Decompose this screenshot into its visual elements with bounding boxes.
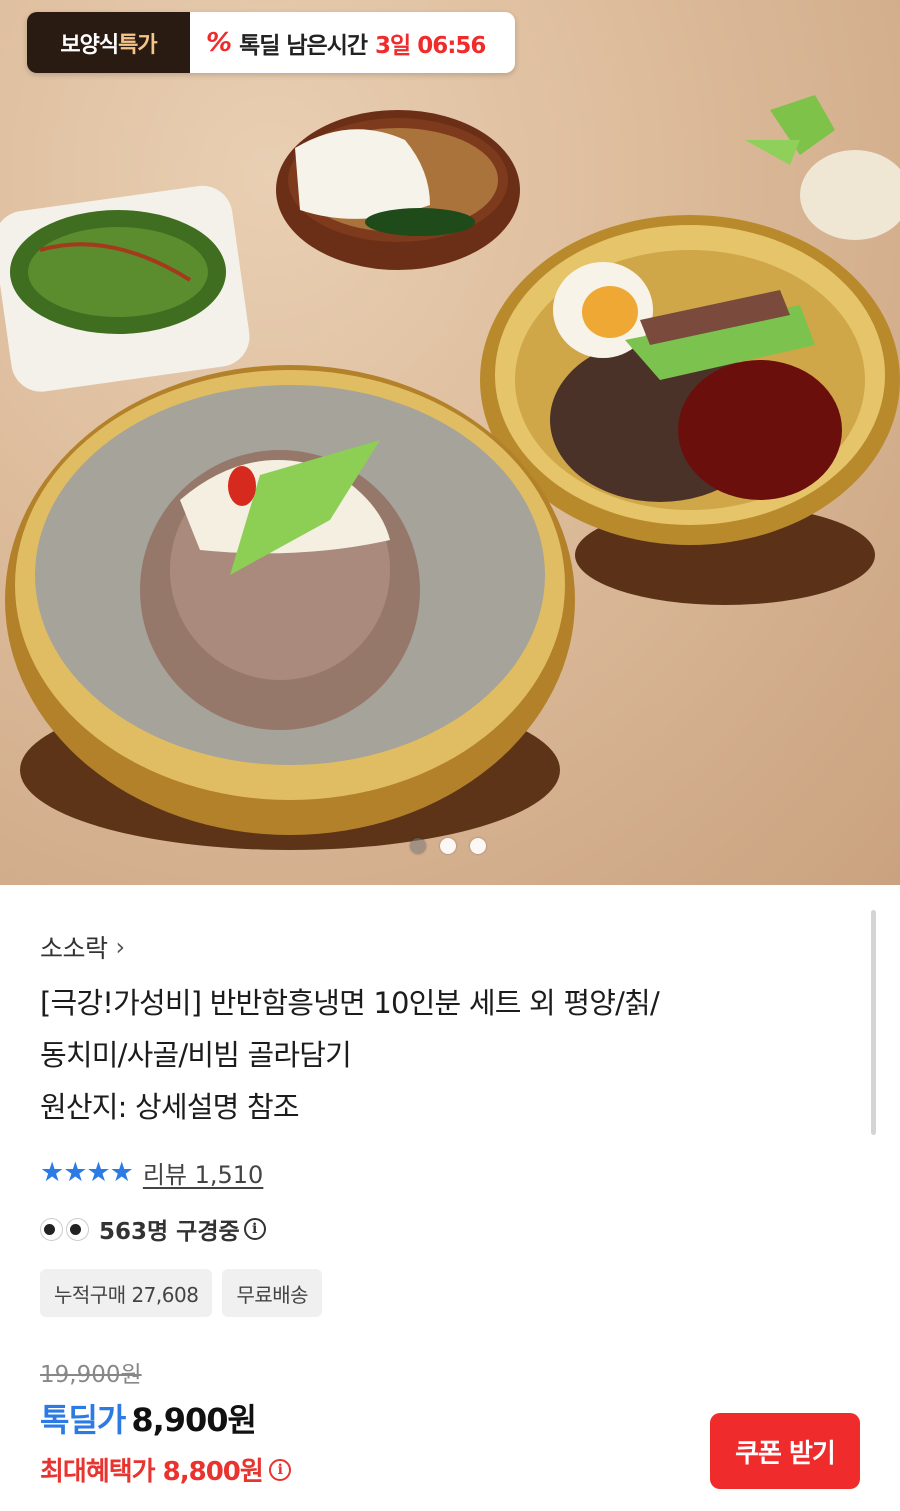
product-tags: 누적구매 27,608 무료배송	[40, 1269, 323, 1317]
chevron-right-icon: ›	[115, 933, 126, 961]
product-photo	[0, 95, 900, 850]
max-benefit-price: 최대혜택가 8,800원 i	[40, 1451, 291, 1488]
carousel-dot[interactable]	[470, 838, 486, 854]
radish-illustration	[745, 95, 900, 240]
watching-text: 563명 구경중	[99, 1219, 240, 1245]
tag-cumulative-purchases: 누적구매 27,608	[40, 1269, 213, 1317]
deal-remaining-time: 3일 06:56	[375, 32, 486, 59]
promo-brand-label: 보양식 특가	[27, 12, 190, 73]
scrollbar[interactable]	[871, 910, 876, 1135]
info-icon[interactable]: i	[268, 1458, 291, 1481]
product-title: [극강!가성비] 반반함흥냉면 10인분 세트 외 평양/칡/ 동치미/사골/비…	[40, 986, 660, 1124]
deal-timer-banner: 보양식 특가 % 톡딜 남은시간 3일 06:56	[27, 12, 515, 73]
product-info-section: 소소락 › [극강!가성비] 반반함흥냉면 10인분 세트 외 평양/칡/ 동치…	[0, 885, 900, 1511]
carousel-indicator	[410, 838, 486, 854]
deal-countdown: % 톡딜 남은시간 3일 06:56	[190, 12, 515, 73]
deal-price-row: 톡딜가 8,900원	[40, 1395, 257, 1441]
side-dish-dongchimi	[276, 110, 520, 270]
eyes-icon	[40, 1217, 89, 1241]
original-price: 19,900원	[40, 1362, 142, 1388]
carousel-dot[interactable]	[440, 838, 456, 854]
mul-naengmyeon-bowl	[5, 365, 575, 850]
rating-row: ★★★★ 리뷰 1,510	[40, 1155, 263, 1190]
side-dish-kimchi	[0, 185, 250, 392]
tag-free-shipping: 무료배송	[222, 1269, 323, 1317]
watching-count: 563명 구경중 i	[40, 1212, 266, 1246]
deal-price: 8,900원	[131, 1401, 257, 1439]
product-image-carousel[interactable]: 보양식 특가 % 톡딜 남은시간 3일 06:56	[0, 0, 900, 885]
carousel-dot[interactable]	[410, 838, 426, 854]
deal-remaining-label: 톡딜 남은시간	[239, 32, 368, 59]
seller-name: 소소락	[40, 934, 108, 963]
get-coupon-button[interactable]: 쿠폰 받기	[710, 1413, 860, 1489]
info-icon[interactable]: i	[243, 1218, 266, 1240]
percent-icon: %	[206, 27, 232, 58]
star-rating-icon: ★★★★	[40, 1157, 134, 1188]
deal-price-label: 톡딜가	[40, 1401, 126, 1439]
seller-link[interactable]: 소소락 ›	[40, 929, 125, 965]
review-count-link[interactable]: 리뷰 1,510	[143, 1155, 264, 1190]
